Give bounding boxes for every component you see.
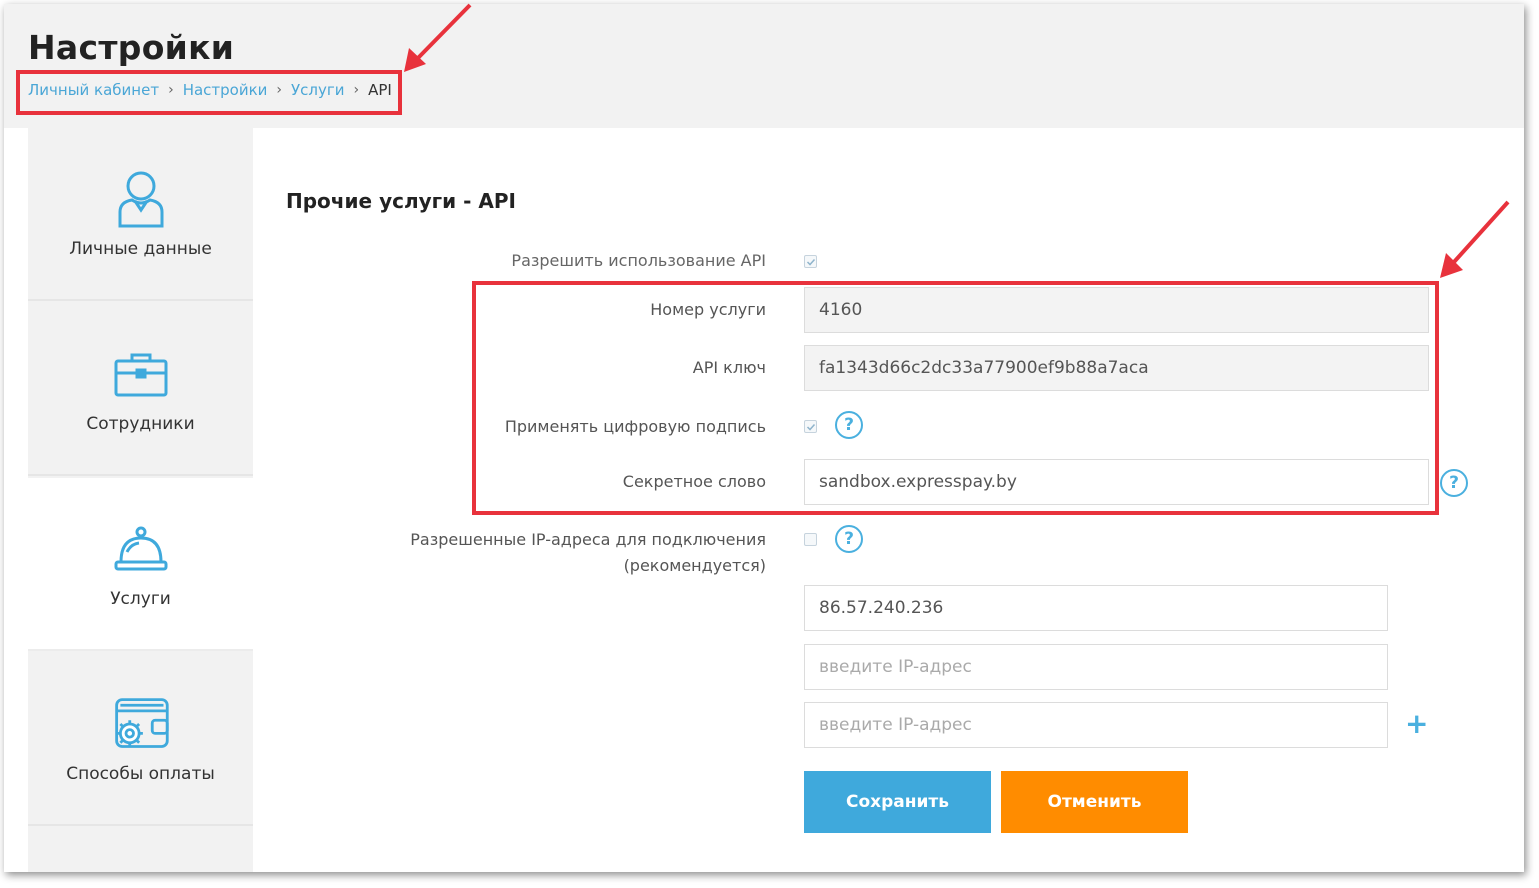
allowed-ips-checkbox[interactable] bbox=[804, 533, 817, 546]
sidebar: Личные данные Сотрудники Услуги Способы … bbox=[28, 128, 253, 872]
user-icon bbox=[111, 169, 171, 229]
briefcase-icon bbox=[111, 344, 171, 404]
allow-api-checkbox[interactable] bbox=[804, 255, 817, 268]
ip-address-field-1[interactable]: 86.57.240.236 bbox=[804, 585, 1388, 631]
allow-api-label: Разрешить использование API bbox=[511, 251, 766, 270]
ip-address-input-2[interactable] bbox=[819, 657, 1373, 677]
save-button[interactable]: Сохранить bbox=[804, 771, 991, 833]
allowed-ips-help-icon[interactable]: ? bbox=[835, 525, 863, 553]
sidebar-item-payment-methods[interactable]: Способы оплаты bbox=[28, 653, 253, 826]
add-ip-plus-icon[interactable]: + bbox=[1405, 710, 1428, 738]
ip-address-value-1: 86.57.240.236 bbox=[819, 598, 944, 618]
annotation-box-api-fields bbox=[472, 281, 1439, 515]
sidebar-item-label: Личные данные bbox=[69, 238, 212, 259]
sidebar-item-services[interactable]: Услуги bbox=[28, 478, 253, 651]
service-bell-icon bbox=[111, 519, 171, 579]
ip-address-field-2[interactable] bbox=[804, 644, 1388, 690]
allowed-ips-label-line2: (рекомендуется) bbox=[623, 556, 766, 575]
secret-word-help-icon[interactable]: ? bbox=[1440, 469, 1468, 497]
sidebar-item-personal-data[interactable]: Личные данные bbox=[28, 128, 253, 301]
wallet-gear-icon bbox=[111, 694, 171, 754]
section-title: Прочие услуги - API bbox=[286, 189, 516, 213]
page-title: Настройки bbox=[28, 28, 235, 67]
sidebar-item-label: Способы оплаты bbox=[66, 763, 215, 784]
sidebar-item-label: Услуги bbox=[110, 588, 171, 609]
allowed-ips-label: Разрешенные IP-адреса для подключения (р… bbox=[410, 527, 766, 579]
cancel-button[interactable]: Отменить bbox=[1001, 771, 1188, 833]
ip-address-input-3[interactable] bbox=[819, 715, 1373, 735]
annotation-box-breadcrumb bbox=[16, 70, 402, 115]
ip-address-field-3[interactable] bbox=[804, 702, 1388, 748]
checkmark-icon bbox=[806, 258, 815, 266]
sidebar-item-employees[interactable]: Сотрудники bbox=[28, 303, 253, 476]
allowed-ips-label-line1: Разрешенные IP-адреса для подключения bbox=[410, 530, 766, 549]
sidebar-item-label: Сотрудники bbox=[86, 413, 195, 434]
